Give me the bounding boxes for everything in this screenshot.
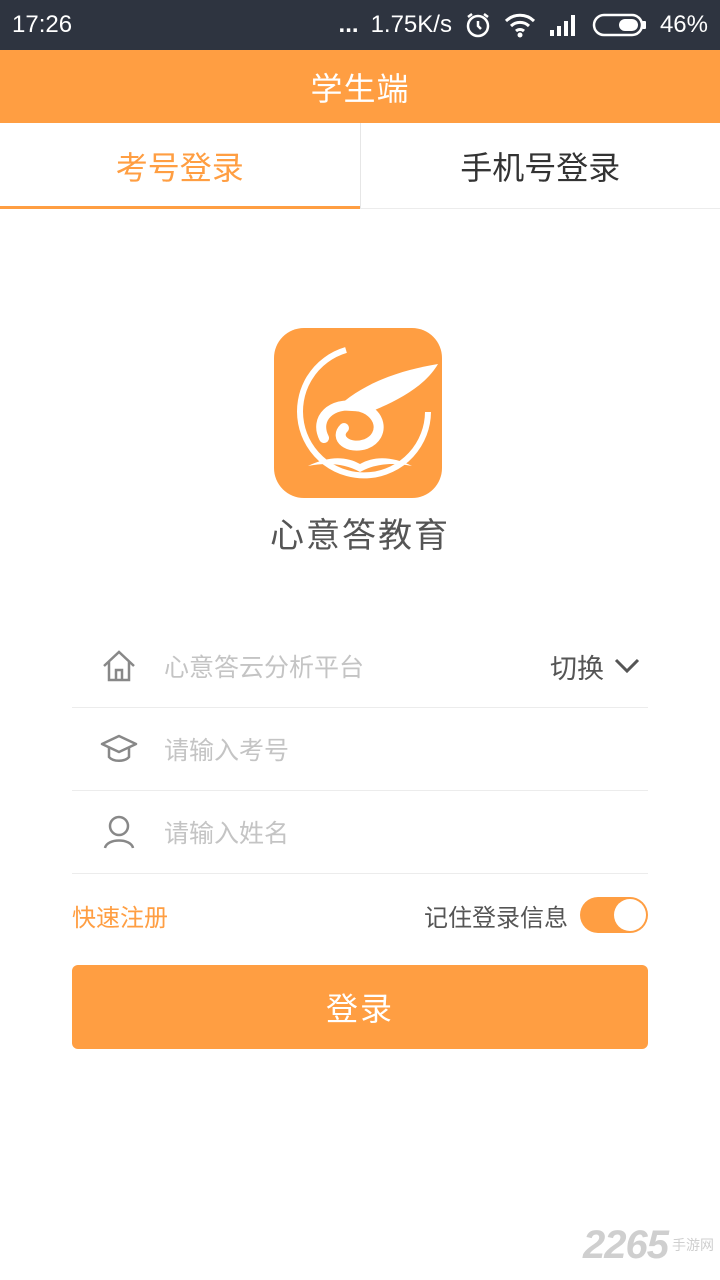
status-speed: 1.75K/s	[370, 11, 452, 38]
status-dots: ...	[338, 11, 359, 38]
tab-exam-number-login[interactable]: 考号登录	[0, 123, 360, 209]
remember-label: 记住登录信息	[424, 903, 568, 932]
wifi-icon	[504, 12, 536, 38]
page-title: 学生端	[310, 69, 410, 108]
tab-label: 考号登录	[115, 148, 244, 187]
logo-mark-icon	[297, 347, 438, 479]
name-input[interactable]: 请输入姓名	[164, 814, 648, 850]
login-button[interactable]: 登录	[72, 965, 648, 1049]
user-icon	[96, 812, 142, 852]
remember-toggle[interactable]	[580, 897, 648, 933]
quick-register-link[interactable]: 快速注册	[72, 898, 168, 933]
login-button-label: 登录	[325, 990, 394, 1028]
exam-number-row[interactable]: 请输入考号	[72, 708, 648, 791]
status-time: 17:26	[12, 11, 73, 38]
status-bar: 17:26 ... 1.75K/s 46%	[0, 0, 720, 50]
watermark-logo: 2265 手游网	[583, 1223, 714, 1268]
app-name: 心意答教育	[270, 516, 450, 556]
battery-icon	[592, 12, 648, 38]
form-extras: 快速注册 记住登录信息	[72, 892, 648, 938]
watermark-text: 手游网	[672, 1237, 714, 1254]
status-right: ... 1.75K/s 46%	[339, 11, 708, 39]
switch-label: 切换	[550, 653, 604, 685]
app-header: 学生端	[0, 50, 720, 123]
signal-icon	[548, 12, 580, 38]
tab-phone-login[interactable]: 手机号登录	[361, 123, 720, 208]
toggle-knob	[614, 899, 646, 931]
alarm-icon	[464, 11, 492, 39]
battery-percent: 46%	[659, 11, 708, 38]
chevron-down-icon	[614, 651, 640, 682]
home-icon	[96, 646, 142, 686]
platform-row[interactable]: 心意答云分析平台 切换	[72, 625, 648, 708]
tab-label: 手机号登录	[460, 148, 621, 187]
remember-login: 记住登录信息	[424, 897, 648, 933]
name-row[interactable]: 请输入姓名	[72, 791, 648, 874]
platform-field: 心意答云分析平台	[164, 653, 365, 682]
platform-switch-button[interactable]: 切换	[550, 647, 640, 686]
watermark-number: 2265	[583, 1223, 669, 1267]
exam-number-input[interactable]: 请输入考号	[164, 731, 648, 767]
app-logo	[274, 328, 442, 498]
graduation-cap-icon	[96, 729, 142, 769]
login-tabs: 考号登录 手机号登录	[0, 123, 720, 209]
